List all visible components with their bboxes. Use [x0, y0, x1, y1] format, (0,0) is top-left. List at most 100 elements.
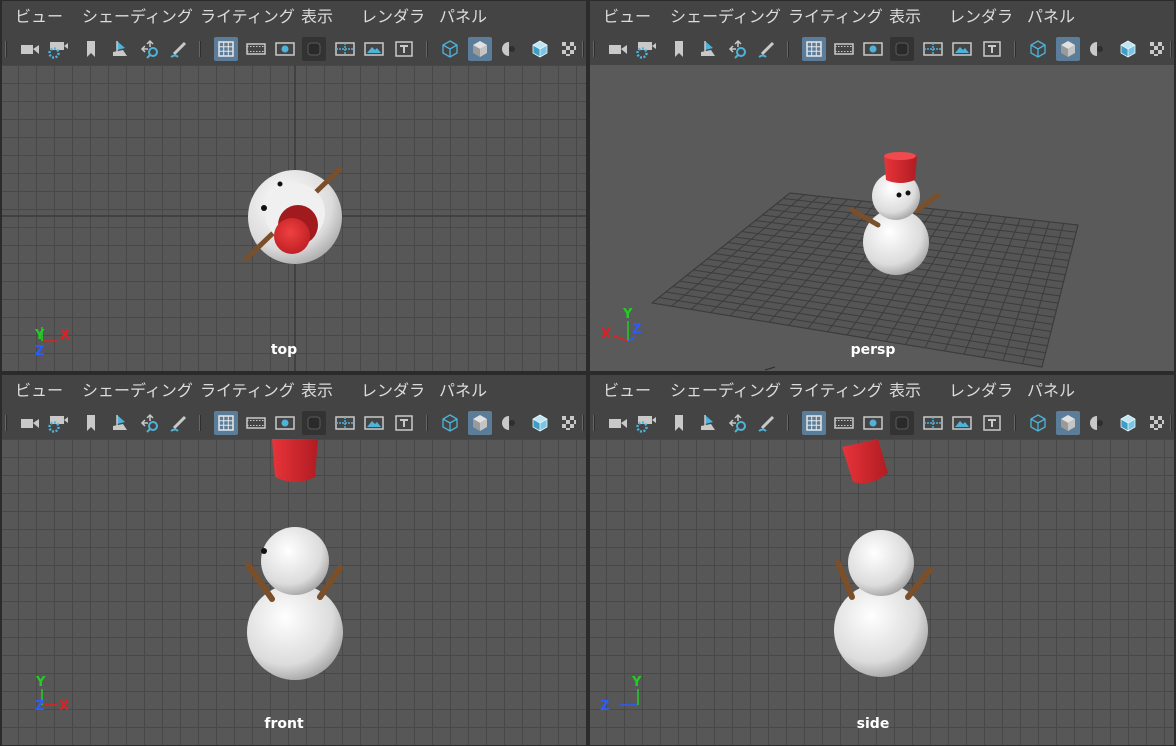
menu-lighting[interactable]: ライティング — [200, 7, 295, 27]
wireframe-icon[interactable] — [1026, 411, 1050, 435]
menu-renderer[interactable]: レンダラ — [949, 7, 1013, 27]
use-default-material-icon[interactable] — [497, 37, 521, 61]
wireframe-icon[interactable] — [1026, 37, 1050, 61]
viewport-panel-front[interactable]: ビュー シェーディング ライティング 表示 レンダラ パネル Y Z X fro… — [2, 375, 586, 745]
safe-title-icon[interactable] — [392, 37, 416, 61]
smooth-shade-icon[interactable] — [1056, 37, 1080, 61]
grid-icon[interactable] — [802, 411, 826, 435]
use-default-material-icon[interactable] — [1085, 37, 1109, 61]
film-gate-icon[interactable] — [832, 37, 856, 61]
grid-icon[interactable] — [214, 411, 238, 435]
field-chart-icon[interactable] — [333, 411, 357, 435]
resolution-gate-icon[interactable] — [861, 411, 885, 435]
camera-attributes-icon[interactable] — [46, 37, 70, 61]
wireframe-on-shaded-icon[interactable] — [1116, 37, 1140, 61]
camera-attributes-icon[interactable] — [634, 37, 658, 61]
safe-title-icon[interactable] — [980, 37, 1004, 61]
grease-pencil-icon[interactable] — [167, 37, 191, 61]
camera-icon[interactable] — [18, 411, 42, 435]
safe-title-icon[interactable] — [392, 411, 416, 435]
menu-view[interactable]: ビュー — [603, 7, 651, 27]
use-default-material-icon[interactable] — [1085, 411, 1109, 435]
resolution-gate-icon[interactable] — [273, 411, 297, 435]
field-chart-icon[interactable] — [921, 411, 945, 435]
menu-view[interactable]: ビュー — [603, 381, 651, 401]
menu-show[interactable]: 表示 — [889, 7, 921, 27]
image-plane-icon[interactable] — [696, 411, 720, 435]
viewport-panel-top[interactable]: ビュー シェーディング ライティング 表示 レンダラ パネル Y X Z top — [2, 1, 586, 371]
xray-icon[interactable] — [557, 411, 581, 435]
menu-show[interactable]: 表示 — [301, 381, 333, 401]
smooth-shade-icon[interactable] — [1056, 411, 1080, 435]
wireframe-icon[interactable] — [438, 411, 462, 435]
wireframe-on-shaded-icon[interactable] — [528, 37, 552, 61]
menu-show[interactable]: 表示 — [889, 381, 921, 401]
bookmark-icon[interactable] — [667, 37, 691, 61]
menu-lighting[interactable]: ライティング — [200, 381, 295, 401]
gate-mask-icon[interactable] — [890, 37, 914, 61]
grid-icon[interactable] — [214, 37, 238, 61]
menu-shading[interactable]: シェーディング — [82, 7, 193, 27]
xray-icon[interactable] — [557, 37, 581, 61]
gate-mask-icon[interactable] — [302, 37, 326, 61]
safe-action-icon[interactable] — [362, 411, 386, 435]
xray-icon[interactable] — [1145, 411, 1169, 435]
viewport-canvas[interactable]: Y Z side — [590, 439, 1174, 745]
grid-icon[interactable] — [802, 37, 826, 61]
two-d-pan-zoom-icon[interactable] — [726, 37, 750, 61]
two-d-pan-zoom-icon[interactable] — [726, 411, 750, 435]
grease-pencil-icon[interactable] — [167, 411, 191, 435]
resolution-gate-icon[interactable] — [861, 37, 885, 61]
bookmark-icon[interactable] — [79, 37, 103, 61]
menu-lighting[interactable]: ライティング — [788, 7, 883, 27]
resolution-gate-icon[interactable] — [273, 37, 297, 61]
wireframe-on-shaded-icon[interactable] — [1116, 411, 1140, 435]
safe-action-icon[interactable] — [362, 37, 386, 61]
camera-attributes-icon[interactable] — [634, 411, 658, 435]
film-gate-icon[interactable] — [244, 411, 268, 435]
image-plane-icon[interactable] — [696, 37, 720, 61]
menu-view[interactable]: ビュー — [15, 7, 63, 27]
menu-shading[interactable]: シェーディング — [670, 381, 781, 401]
safe-action-icon[interactable] — [950, 37, 974, 61]
bookmark-icon[interactable] — [79, 411, 103, 435]
menu-panels[interactable]: パネル — [439, 381, 487, 401]
film-gate-icon[interactable] — [832, 411, 856, 435]
viewport-canvas[interactable]: Y Z X front — [2, 439, 586, 745]
smooth-shade-icon[interactable] — [468, 411, 492, 435]
bookmark-icon[interactable] — [667, 411, 691, 435]
camera-icon[interactable] — [18, 37, 42, 61]
menu-panels[interactable]: パネル — [1027, 7, 1075, 27]
menu-renderer[interactable]: レンダラ — [949, 381, 1013, 401]
wireframe-icon[interactable] — [438, 37, 462, 61]
image-plane-icon[interactable] — [108, 411, 132, 435]
use-default-material-icon[interactable] — [497, 411, 521, 435]
camera-icon[interactable] — [606, 37, 630, 61]
viewport-panel-persp[interactable]: ビュー シェーディング ライティング 表示 レンダラ パネル Y X Z per… — [590, 1, 1174, 371]
menu-lighting[interactable]: ライティング — [788, 381, 883, 401]
menu-shading[interactable]: シェーディング — [670, 7, 781, 27]
film-gate-icon[interactable] — [244, 37, 268, 61]
menu-panels[interactable]: パネル — [1027, 381, 1075, 401]
safe-title-icon[interactable] — [980, 411, 1004, 435]
field-chart-icon[interactable] — [921, 37, 945, 61]
field-chart-icon[interactable] — [333, 37, 357, 61]
viewport-canvas[interactable]: Y X Z top — [2, 65, 586, 371]
grease-pencil-icon[interactable] — [755, 37, 779, 61]
gate-mask-icon[interactable] — [302, 411, 326, 435]
image-plane-icon[interactable] — [108, 37, 132, 61]
xray-icon[interactable] — [1145, 37, 1169, 61]
camera-icon[interactable] — [606, 411, 630, 435]
camera-attributes-icon[interactable] — [46, 411, 70, 435]
wireframe-on-shaded-icon[interactable] — [528, 411, 552, 435]
menu-renderer[interactable]: レンダラ — [361, 381, 425, 401]
menu-renderer[interactable]: レンダラ — [361, 7, 425, 27]
menu-show[interactable]: 表示 — [301, 7, 333, 27]
two-d-pan-zoom-icon[interactable] — [138, 411, 162, 435]
viewport-panel-side[interactable]: ビュー シェーディング ライティング 表示 レンダラ パネル Y Z side — [590, 375, 1174, 745]
two-d-pan-zoom-icon[interactable] — [138, 37, 162, 61]
menu-view[interactable]: ビュー — [15, 381, 63, 401]
smooth-shade-icon[interactable] — [468, 37, 492, 61]
viewport-canvas[interactable]: Y X Z persp — [590, 65, 1174, 371]
menu-shading[interactable]: シェーディング — [82, 381, 193, 401]
